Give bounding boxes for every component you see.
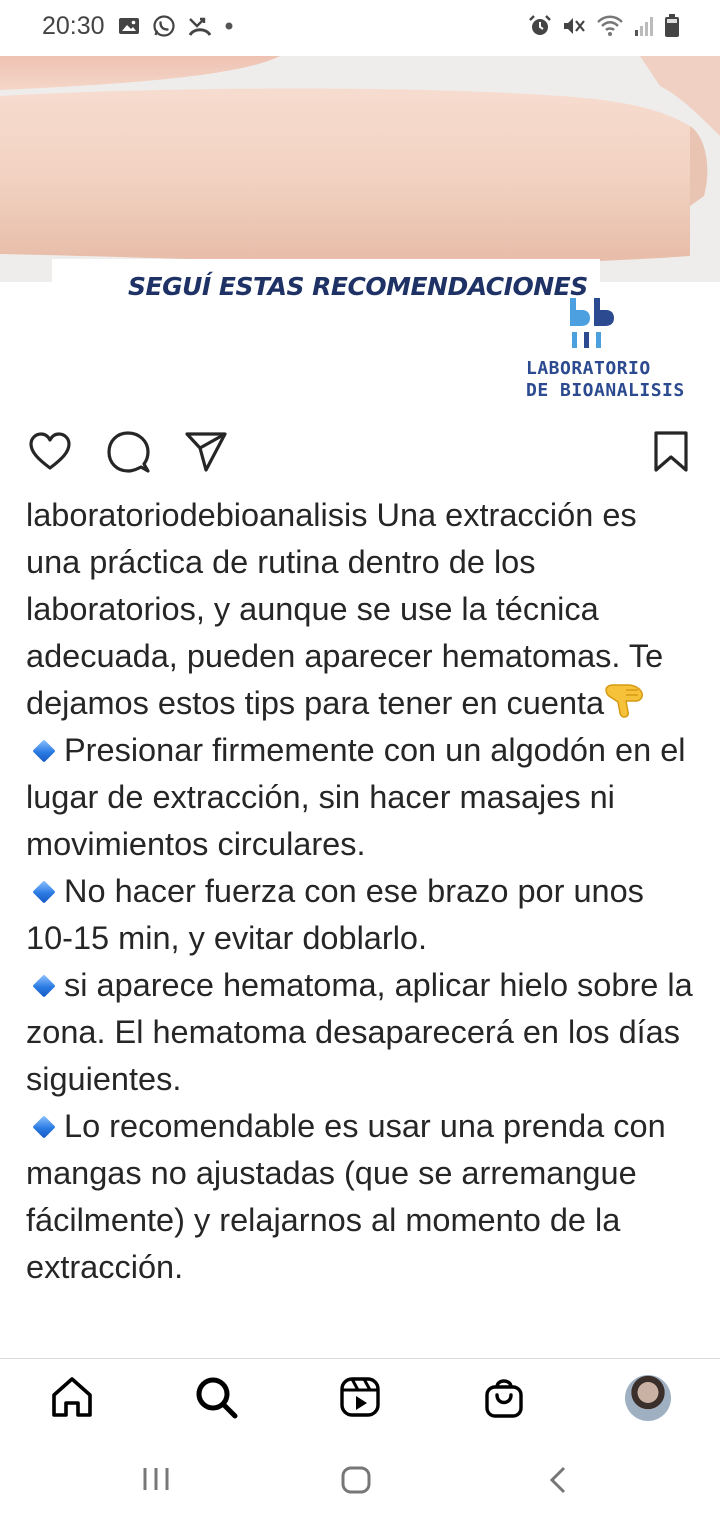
image-icon [118,16,140,36]
recents-icon[interactable] [142,1466,170,1497]
banner-text: SEGUÍ ESTAS RECOMENDACIONES [128,272,588,301]
lab-logo [566,298,622,355]
lab-name: LABORATORIO DE BIOANALISIS [526,358,685,402]
tip-text: No hacer fuerza con ese brazo por unos 1… [26,873,644,956]
wifi-icon [596,15,624,37]
tip-item: Presionar firmemente con un algodón en e… [26,727,696,868]
arm-photo [0,56,720,286]
search-icon[interactable] [194,1375,238,1424]
home-icon[interactable] [50,1375,94,1424]
tip-text: si aparece hematoma, aplicar hielo sobre… [26,967,693,1097]
status-time: 20:30 [42,12,105,40]
system-status-icons [528,14,680,38]
tip-item: si aparece hematoma, aplicar hielo sobre… [26,962,696,1103]
dot-icon [224,21,234,31]
blue-diamond-icon [32,974,56,999]
profile-avatar[interactable] [625,1375,671,1421]
back-icon[interactable] [548,1466,568,1499]
blue-diamond-icon [32,1115,56,1140]
home-button-icon[interactable] [341,1466,371,1499]
tip-text: Lo recomendable es usar una prenda con m… [26,1108,666,1285]
notification-icons [118,14,234,38]
blue-diamond-icon [32,739,56,764]
status-bar: 20:30 [0,0,720,56]
missed-call-icon [188,15,212,37]
tip-item: Lo recomendable es usar una prenda con m… [26,1103,696,1291]
bottom-nav [0,1358,720,1439]
post-actions [0,430,720,480]
tip-text: Presionar firmemente con un algodón en e… [26,732,686,862]
heart-icon[interactable] [28,430,72,479]
lab-name-line2: DE BIOANALISIS [526,380,685,401]
tip-item: No hacer fuerza con ese brazo por unos 1… [26,868,696,962]
comment-icon[interactable] [106,430,150,479]
battery-icon [664,14,680,38]
pointing-down-emoji-icon [604,684,644,718]
system-navigation-bar [0,1438,720,1520]
whatsapp-icon [152,14,176,38]
reels-icon[interactable] [338,1375,382,1424]
bookmark-icon[interactable] [652,430,690,479]
post-caption: laboratoriodebioanalisis Una extracción … [26,492,696,1340]
caption-intro: laboratoriodebioanalisis Una extracción … [26,492,696,727]
lab-name-line1: LABORATORIO [526,358,651,379]
post-image[interactable]: SEGUÍ ESTAS RECOMENDACIONES LABORATORIO … [0,56,720,420]
blue-diamond-icon [32,880,56,905]
share-icon[interactable] [184,430,228,479]
shop-icon[interactable] [482,1375,526,1424]
username-link[interactable]: laboratoriodebioanalisis [26,497,367,533]
alarm-icon [528,14,552,38]
mute-icon [562,15,586,37]
signal-icon [634,15,654,37]
